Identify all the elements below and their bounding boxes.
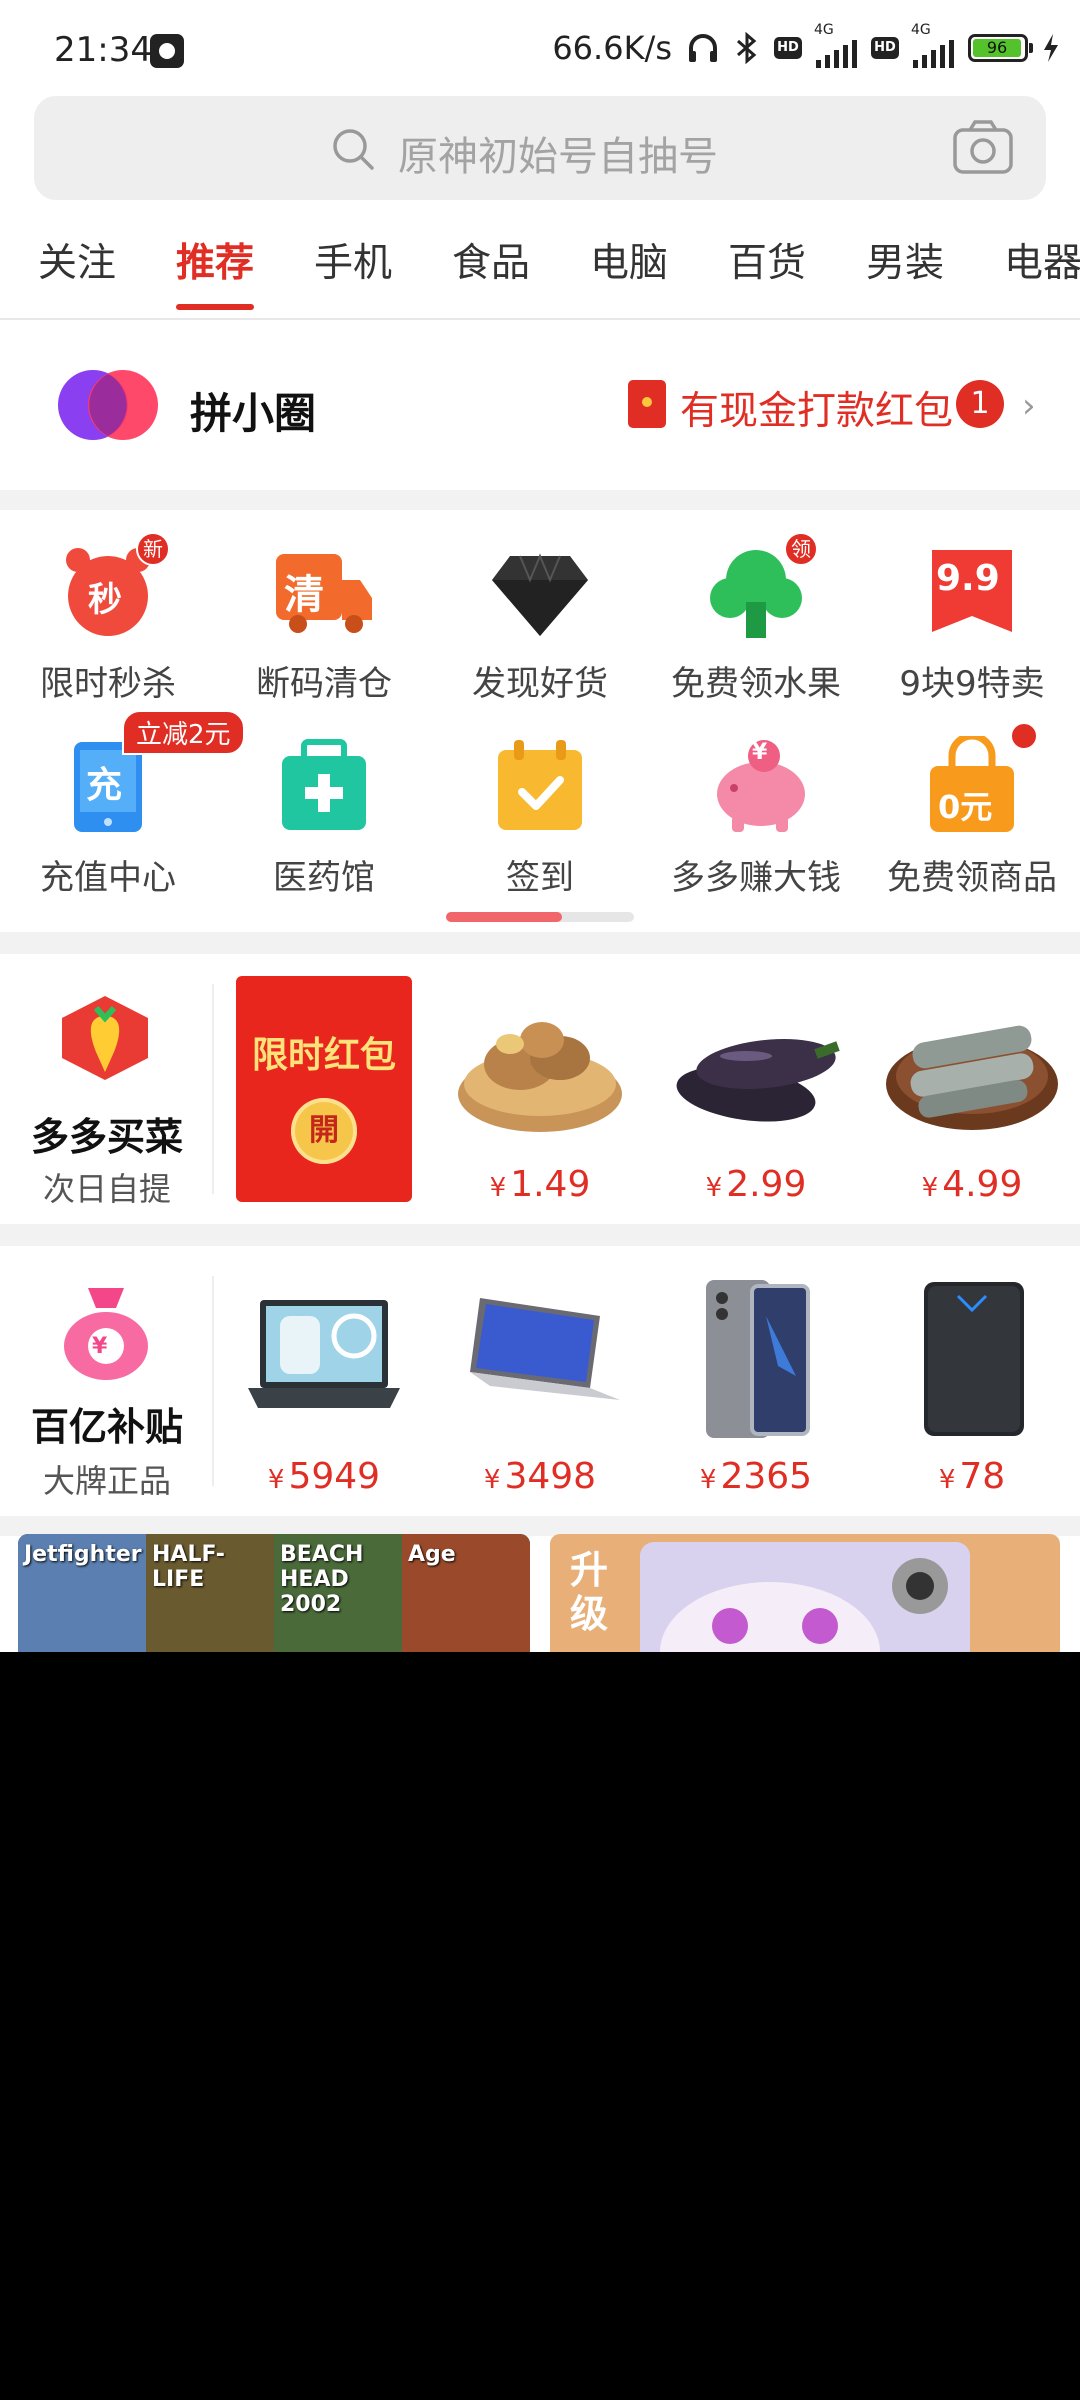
- notification-count-badge: 1: [956, 380, 1004, 428]
- status-time: 21:34: [54, 30, 152, 70]
- tab-appliances[interactable]: 电器: [1004, 232, 1080, 288]
- battery-icon: 96: [968, 34, 1033, 62]
- money-bag-icon: [64, 1288, 148, 1380]
- limited-redpacket-card[interactable]: 限时红包 開: [236, 976, 412, 1202]
- red-envelope-icon: [628, 380, 666, 428]
- grocery-item-ginger[interactable]: ¥1.49: [440, 984, 640, 1205]
- signal-icon-1: 4G: [814, 22, 857, 68]
- shortcut-pharmacy[interactable]: 医药馆: [216, 736, 432, 899]
- cash-redpacket-text[interactable]: 有现金打款红包: [680, 380, 953, 436]
- shortcut-clearance[interactable]: 清 断码清仓: [216, 542, 432, 705]
- grocery-header[interactable]: 多多买菜 次日自提: [0, 954, 214, 1224]
- section-separator: [212, 984, 214, 1194]
- camera-icon[interactable]: [952, 118, 1014, 176]
- shortcut-earn-money[interactable]: ¥ 多多赚大钱: [648, 736, 864, 899]
- tab-computer[interactable]: 电脑: [590, 232, 668, 288]
- calendar-check-icon: [498, 740, 582, 830]
- shortcut-9-9-sale[interactable]: 9.9 9块9特卖: [864, 542, 1080, 705]
- divider: [0, 490, 1080, 510]
- ginger-image: [458, 1022, 622, 1132]
- shortcut-scroll-indicator: [446, 912, 634, 922]
- subsidy-subtitle: 大牌正品: [42, 1462, 171, 1500]
- divider: [0, 1516, 1080, 1536]
- divider: [0, 1224, 1080, 1246]
- tab-general-goods[interactable]: 百货: [728, 232, 806, 288]
- laptop-image: [470, 1298, 620, 1400]
- chevron-right-icon: ›: [1022, 386, 1036, 426]
- grocery-item-fish[interactable]: ¥4.99: [872, 984, 1072, 1205]
- tab-menswear[interactable]: 男装: [866, 232, 944, 288]
- status-bar: 21:34 66.6K/s HD 4G HD 4G 96: [0, 0, 1080, 96]
- shortcut-check-in[interactable]: 签到: [432, 736, 648, 899]
- carrot-logo-icon: [62, 996, 148, 1080]
- subsidy-item-hard-drive[interactable]: ¥78: [872, 1276, 1072, 1497]
- hd-badge-1: HD: [774, 37, 802, 59]
- search-bar[interactable]: 原神初始号自抽号: [34, 96, 1046, 200]
- screen-record-icon: [150, 34, 184, 68]
- game-cover-1: Jetfighter: [18, 1534, 146, 1652]
- shortcut-discover[interactable]: 发现好货: [432, 542, 648, 705]
- anime-character-image: [640, 1542, 970, 1652]
- medical-kit-icon: [282, 739, 366, 830]
- gaming-laptop-image: [248, 1300, 400, 1408]
- claim-tag: 领: [784, 532, 818, 566]
- subsidy-header[interactable]: ¥ 百亿补贴 大牌正品: [0, 1246, 214, 1516]
- subsidy-title: 百亿补贴: [30, 1405, 183, 1449]
- hard-drive-image: [924, 1282, 1024, 1436]
- tab-recommend[interactable]: 推荐: [176, 232, 255, 310]
- fish-image: [886, 1025, 1058, 1130]
- game-cover-3: BEACH HEAD 2002: [274, 1534, 402, 1652]
- signal-icon-2: 4G: [911, 22, 954, 68]
- shortcut-recharge[interactable]: 充 立减2元 充值中心: [0, 710, 245, 899]
- diamond-icon: [492, 553, 588, 636]
- shortcut-free-fruit[interactable]: 领 免费领水果: [648, 532, 864, 705]
- divider: [0, 932, 1080, 954]
- tab-phone[interactable]: 手机: [314, 232, 392, 288]
- open-redpacket-button[interactable]: 開: [291, 1098, 357, 1164]
- section-separator: [212, 1276, 214, 1486]
- tab-follow[interactable]: 关注: [38, 232, 116, 288]
- search-placeholder[interactable]: 原神初始号自抽号: [398, 124, 718, 182]
- grocery-subtitle: 次日自提: [42, 1170, 171, 1208]
- new-tag: 新: [136, 532, 170, 566]
- phone-image: [706, 1280, 810, 1438]
- pin-circle-row[interactable]: 拼小圈 有现金打款红包 1 ›: [0, 320, 1080, 490]
- eggplant-image: [676, 1039, 840, 1122]
- subsidy-item-phone[interactable]: ¥2365: [656, 1276, 856, 1497]
- app-screen: 21:34 66.6K/s HD 4G HD 4G 96 原神初始号自抽号 关注…: [0, 0, 1080, 1652]
- tab-food[interactable]: 食品: [452, 232, 530, 288]
- game-banner[interactable]: Jetfighter HALF-LIFE BEACH HEAD 2002 Age: [18, 1534, 530, 1652]
- search-icon: [333, 129, 374, 170]
- game-cover-2: HALF-LIFE: [146, 1534, 274, 1652]
- upgrade-banner[interactable]: 升级: [550, 1534, 1060, 1652]
- shortcut-free-products[interactable]: 0元 免费领商品: [864, 722, 1080, 899]
- headphones-icon: [689, 34, 717, 62]
- upgrade-label: 升级: [570, 1548, 609, 1636]
- grocery-title: 多多买菜: [30, 1115, 183, 1159]
- bluetooth-icon: [737, 31, 757, 65]
- pin-circle-title: 拼小圈: [190, 389, 317, 438]
- hd-badge-2: HD: [871, 37, 899, 59]
- red-dot-indicator: [1010, 722, 1038, 750]
- shortcut-flash-sale[interactable]: 秒 新 限时秒杀: [0, 532, 216, 705]
- redpacket-title: 限时红包: [251, 1035, 396, 1076]
- charging-icon: [1044, 34, 1058, 62]
- grocery-section[interactable]: 多多买菜 次日自提 限时红包 開 ¥1.49 ¥2.99 ¥4.99: [0, 954, 1080, 1224]
- pin-circle-logo-icon: [58, 370, 158, 440]
- network-speed: 66.6K/s: [552, 29, 672, 67]
- category-tabs: 关注 推荐 手机 食品 电脑 百货 男装 电器: [0, 218, 1080, 320]
- subsidy-item-laptop[interactable]: ¥3498: [440, 1276, 640, 1497]
- game-cover-4: Age: [402, 1534, 530, 1652]
- grocery-item-eggplant[interactable]: ¥2.99: [656, 984, 856, 1205]
- subsidy-item-gaming-laptop[interactable]: ¥5949: [224, 1276, 424, 1497]
- subsidy-section[interactable]: ¥ 百亿补贴 大牌正品 ¥5949 ¥3498 ¥2365 ¥78: [0, 1246, 1080, 1516]
